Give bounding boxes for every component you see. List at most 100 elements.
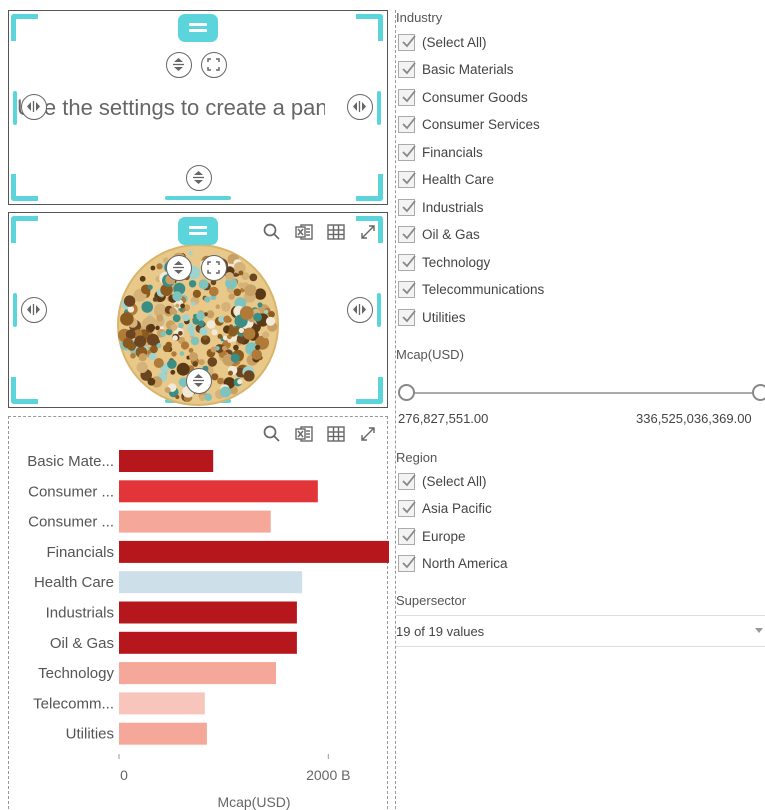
bubble[interactable] — [156, 314, 164, 322]
bubble[interactable] — [239, 306, 254, 320]
filter-option[interactable]: Industrials — [398, 196, 484, 218]
filter-option[interactable]: Technology — [398, 251, 490, 273]
bar[interactable] — [119, 571, 303, 594]
checkbox[interactable] — [398, 472, 416, 490]
bubble[interactable] — [123, 295, 136, 307]
checkbox[interactable] — [398, 253, 416, 271]
bubble[interactable] — [238, 327, 245, 334]
bubble[interactable] — [238, 282, 244, 288]
bubble[interactable] — [221, 302, 231, 312]
checkbox[interactable] — [398, 61, 416, 78]
checkbox[interactable] — [398, 281, 416, 298]
resize-vertical-icon[interactable] — [186, 165, 212, 191]
drag-handle-icon[interactable] — [178, 217, 218, 245]
bubble[interactable] — [136, 361, 148, 373]
bubble[interactable] — [180, 303, 186, 309]
resize-horizontal-icon[interactable] — [21, 94, 47, 120]
bubble[interactable] — [222, 335, 228, 341]
bubble[interactable] — [172, 291, 183, 302]
bubble[interactable] — [206, 320, 216, 329]
bar[interactable] — [119, 601, 297, 624]
bubble[interactable] — [255, 344, 261, 350]
search-icon[interactable] — [261, 221, 283, 243]
filter-option[interactable]: (Select All) — [398, 470, 487, 492]
checkbox[interactable] — [398, 500, 416, 517]
bubble[interactable] — [190, 336, 200, 346]
bubble[interactable] — [150, 345, 158, 354]
resize-horizontal-icon[interactable] — [21, 297, 47, 323]
bar[interactable] — [119, 722, 207, 745]
bubble[interactable] — [188, 323, 194, 329]
bubble[interactable] — [253, 312, 262, 322]
resize-vertical-icon[interactable] — [166, 255, 192, 281]
bar-chart-panel[interactable]: Basic Mate... Consumer ... Consumer ... Fin… — [8, 416, 389, 810]
bar[interactable] — [119, 510, 271, 533]
bubble[interactable] — [233, 344, 239, 351]
bubble[interactable] — [228, 293, 235, 300]
mcap-range-slider[interactable] — [406, 392, 758, 394]
bubble[interactable] — [198, 279, 209, 290]
bubble[interactable] — [152, 297, 158, 302]
mcap-min-thumb[interactable] — [398, 384, 415, 401]
bubble[interactable] — [170, 324, 178, 331]
bubble[interactable] — [217, 333, 223, 339]
bubble[interactable] — [228, 370, 233, 376]
fullscreen-icon[interactable] — [201, 52, 227, 78]
checkbox[interactable] — [398, 116, 416, 133]
bubble[interactable] — [171, 351, 177, 357]
bar[interactable] — [119, 692, 205, 715]
bubble[interactable] — [251, 349, 262, 360]
checkbox[interactable] — [398, 198, 416, 216]
bubble[interactable] — [179, 351, 185, 356]
bubble[interactable] — [188, 250, 193, 256]
checkbox[interactable] — [398, 527, 416, 545]
filter-option[interactable]: Oil & Gas — [398, 224, 480, 246]
bubble[interactable] — [254, 288, 266, 300]
table-icon[interactable] — [325, 221, 347, 243]
filter-option[interactable]: North America — [398, 553, 508, 575]
bubble[interactable] — [210, 346, 217, 353]
bubble[interactable] — [188, 280, 197, 288]
bubble[interactable] — [196, 311, 205, 321]
bar[interactable] — [119, 450, 214, 472]
expand-icon[interactable] — [357, 221, 379, 243]
bubble[interactable] — [225, 272, 234, 281]
bubble[interactable] — [249, 273, 258, 282]
bubble[interactable] — [217, 377, 224, 385]
bubble[interactable] — [268, 311, 275, 318]
bubble[interactable] — [209, 286, 219, 297]
filter-option[interactable]: Health Care — [398, 169, 494, 191]
bubble[interactable] — [172, 335, 178, 341]
bubble[interactable] — [171, 308, 178, 315]
resize-edge-bottom[interactable] — [165, 196, 231, 200]
checkbox[interactable] — [398, 143, 416, 161]
bubble[interactable] — [243, 370, 255, 382]
bubble[interactable] — [156, 263, 163, 270]
bubble[interactable] — [238, 270, 244, 276]
bubble[interactable] — [120, 312, 134, 326]
bubble[interactable] — [147, 377, 156, 386]
bubble[interactable] — [192, 289, 201, 298]
bubble[interactable] — [204, 393, 213, 401]
bar[interactable] — [119, 662, 276, 685]
filter-option[interactable]: Consumer Goods — [398, 86, 528, 108]
bubble[interactable] — [192, 361, 198, 367]
bubble[interactable] — [182, 314, 190, 322]
resize-corner-bottom-right[interactable] — [356, 174, 383, 201]
bubble[interactable] — [237, 379, 243, 385]
bubble[interactable] — [170, 369, 176, 375]
bubble[interactable] — [153, 358, 164, 368]
checkbox[interactable] — [398, 308, 416, 326]
bubble[interactable] — [207, 357, 218, 367]
bubble[interactable] — [211, 373, 219, 381]
bubble-chart-panel[interactable] — [8, 212, 388, 408]
bubble[interactable] — [228, 327, 238, 337]
drag-handle-icon[interactable] — [178, 14, 218, 42]
checkbox[interactable] — [398, 33, 416, 51]
filter-option[interactable]: Basic Materials — [398, 59, 514, 81]
bubble[interactable] — [257, 302, 263, 308]
bubble[interactable] — [220, 386, 231, 398]
filter-option[interactable]: Europe — [398, 525, 466, 547]
bubble[interactable] — [167, 359, 177, 369]
bubble[interactable] — [211, 329, 218, 336]
